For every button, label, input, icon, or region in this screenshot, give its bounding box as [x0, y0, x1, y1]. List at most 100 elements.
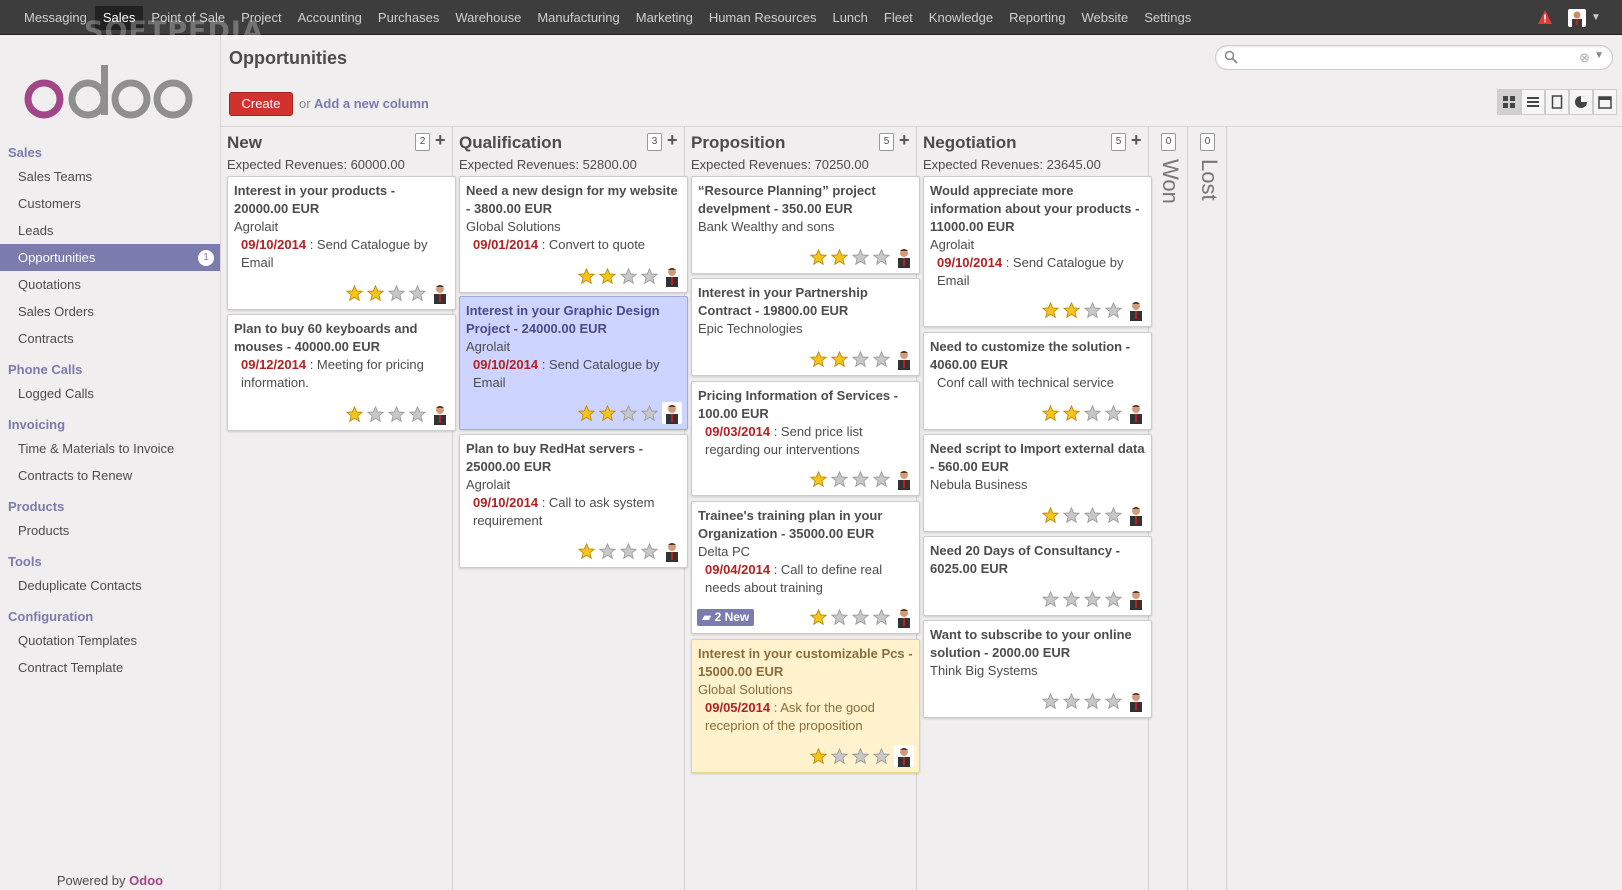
opportunity-card[interactable]: Interest in your Partnership Contract - …: [691, 278, 920, 376]
star-icon[interactable]: [409, 284, 426, 302]
opportunity-card[interactable]: Need to customize the solution - 4060.00…: [923, 332, 1152, 430]
card-title[interactable]: Plan to buy 60 keyboards and mouses - 40…: [234, 320, 449, 356]
star-icon[interactable]: [1105, 404, 1122, 422]
star-icon[interactable]: [810, 470, 827, 488]
quick-create-plus-icon[interactable]: +: [435, 130, 446, 151]
quick-create-plus-icon[interactable]: +: [899, 130, 910, 151]
star-icon[interactable]: [810, 248, 827, 266]
priority-stars[interactable]: [342, 405, 426, 423]
clear-search-icon[interactable]: ⊗: [1579, 50, 1590, 66]
priority-stars[interactable]: [1038, 506, 1122, 524]
sidebar-item-leads[interactable]: Leads: [0, 217, 220, 244]
top-menu-point-of-sale[interactable]: Point of Sale: [143, 6, 233, 30]
star-icon[interactable]: [409, 405, 426, 423]
star-icon[interactable]: [873, 747, 890, 765]
star-icon[interactable]: [620, 542, 637, 560]
star-icon[interactable]: [831, 350, 848, 368]
card-title[interactable]: Want to subscribe to your online solutio…: [930, 626, 1145, 662]
priority-stars[interactable]: [342, 284, 426, 302]
star-icon[interactable]: [1042, 301, 1059, 319]
star-icon[interactable]: [873, 248, 890, 266]
priority-stars[interactable]: [806, 470, 890, 488]
column-title[interactable]: Qualification: [459, 133, 562, 153]
priority-stars[interactable]: [806, 747, 890, 765]
star-icon[interactable]: [852, 608, 869, 626]
star-icon[interactable]: [1105, 692, 1122, 710]
star-icon[interactable]: [873, 608, 890, 626]
card-title[interactable]: Trainee's training plan in your Organiza…: [698, 507, 913, 543]
star-icon[interactable]: [346, 284, 363, 302]
top-menu-accounting[interactable]: Accounting: [290, 6, 370, 30]
star-icon[interactable]: [852, 470, 869, 488]
star-icon[interactable]: [831, 248, 848, 266]
opportunity-card[interactable]: Trainee's training plan in your Organiza…: [691, 501, 920, 634]
star-icon[interactable]: [873, 470, 890, 488]
nav-section-phone-calls[interactable]: Phone Calls: [0, 360, 220, 380]
opportunity-card[interactable]: Would appreciate more information about …: [923, 176, 1152, 327]
priority-stars[interactable]: [574, 267, 658, 285]
top-menu-purchases[interactable]: Purchases: [370, 6, 447, 30]
top-menu-project[interactable]: Project: [233, 6, 289, 30]
star-icon[interactable]: [578, 404, 595, 422]
opportunity-card[interactable]: Want to subscribe to your online solutio…: [923, 620, 1152, 718]
priority-stars[interactable]: [806, 350, 890, 368]
star-icon[interactable]: [1063, 692, 1080, 710]
warning-icon[interactable]: [1537, 9, 1553, 25]
quick-create-plus-icon[interactable]: +: [667, 130, 678, 151]
nav-section-sales[interactable]: Sales: [0, 143, 220, 163]
opportunity-card[interactable]: Need script to Import external data - 56…: [923, 434, 1152, 532]
sidebar-item-contract-template[interactable]: Contract Template: [0, 654, 220, 681]
star-icon[interactable]: [641, 404, 658, 422]
star-icon[interactable]: [810, 608, 827, 626]
column-title[interactable]: New: [227, 133, 262, 153]
priority-stars[interactable]: [806, 608, 890, 626]
star-icon[interactable]: [1105, 506, 1122, 524]
star-icon[interactable]: [1063, 590, 1080, 608]
star-icon[interactable]: [1084, 692, 1101, 710]
star-icon[interactable]: [1084, 506, 1101, 524]
priority-stars[interactable]: [574, 542, 658, 560]
kanban-view-button[interactable]: [1497, 89, 1521, 115]
search-options-caret-icon[interactable]: ▼: [1594, 50, 1604, 61]
top-menu-knowledge[interactable]: Knowledge: [921, 6, 1001, 30]
top-menu-marketing[interactable]: Marketing: [628, 6, 701, 30]
card-title[interactable]: Would appreciate more information about …: [930, 182, 1145, 236]
nav-section-configuration[interactable]: Configuration: [0, 607, 220, 627]
top-menu-website[interactable]: Website: [1074, 6, 1137, 30]
card-title[interactable]: Interest in your Partnership Contract - …: [698, 284, 913, 320]
star-icon[interactable]: [1105, 590, 1122, 608]
star-icon[interactable]: [367, 284, 384, 302]
star-icon[interactable]: [620, 267, 637, 285]
sidebar-item-quotation-templates[interactable]: Quotation Templates: [0, 627, 220, 654]
sidebar-item-opportunities[interactable]: Opportunities 1: [0, 244, 220, 271]
top-menu-messaging[interactable]: Messaging: [16, 6, 95, 30]
card-title[interactable]: “Resource Planning” project develpment -…: [698, 182, 913, 218]
card-title[interactable]: Interest in your Graphic Design Project …: [466, 302, 681, 338]
star-icon[interactable]: [810, 350, 827, 368]
sidebar-item-time-materials-to-invoice[interactable]: Time & Materials to Invoice: [0, 435, 220, 462]
sidebar-item-quotations[interactable]: Quotations: [0, 271, 220, 298]
star-icon[interactable]: [599, 267, 616, 285]
folded-column-title[interactable]: Won: [1157, 159, 1183, 204]
opportunity-card[interactable]: Plan to buy RedHat servers - 25000.00 EU…: [459, 434, 688, 568]
star-icon[interactable]: [599, 542, 616, 560]
star-icon[interactable]: [388, 284, 405, 302]
card-title[interactable]: Interest in your customizable Pcs - 1500…: [698, 645, 913, 681]
opportunity-card[interactable]: Interest in your products - 20000.00 EUR…: [227, 176, 456, 310]
card-title[interactable]: Plan to buy RedHat servers - 25000.00 EU…: [466, 440, 681, 476]
star-icon[interactable]: [1063, 301, 1080, 319]
star-icon[interactable]: [852, 747, 869, 765]
calendar-view-button[interactable]: [1593, 89, 1617, 115]
sidebar-item-logged-calls[interactable]: Logged Calls: [0, 380, 220, 407]
opportunity-card[interactable]: Need 20 Days of Consultancy - 6025.00 EU…: [923, 536, 1152, 616]
star-icon[interactable]: [831, 470, 848, 488]
card-title[interactable]: Need 20 Days of Consultancy - 6025.00 EU…: [930, 542, 1145, 578]
star-icon[interactable]: [831, 747, 848, 765]
opportunity-card[interactable]: Interest in your Graphic Design Project …: [459, 296, 688, 430]
opportunity-card[interactable]: “Resource Planning” project develpment -…: [691, 176, 920, 274]
search-input[interactable]: ⊗ ▼: [1215, 45, 1613, 70]
kanban-column-lost-folded[interactable]: 0 Lost: [1188, 127, 1227, 890]
new-messages-badge[interactable]: ▰ 2 New: [697, 609, 755, 626]
star-icon[interactable]: [1084, 590, 1101, 608]
top-menu-lunch[interactable]: Lunch: [824, 6, 875, 30]
